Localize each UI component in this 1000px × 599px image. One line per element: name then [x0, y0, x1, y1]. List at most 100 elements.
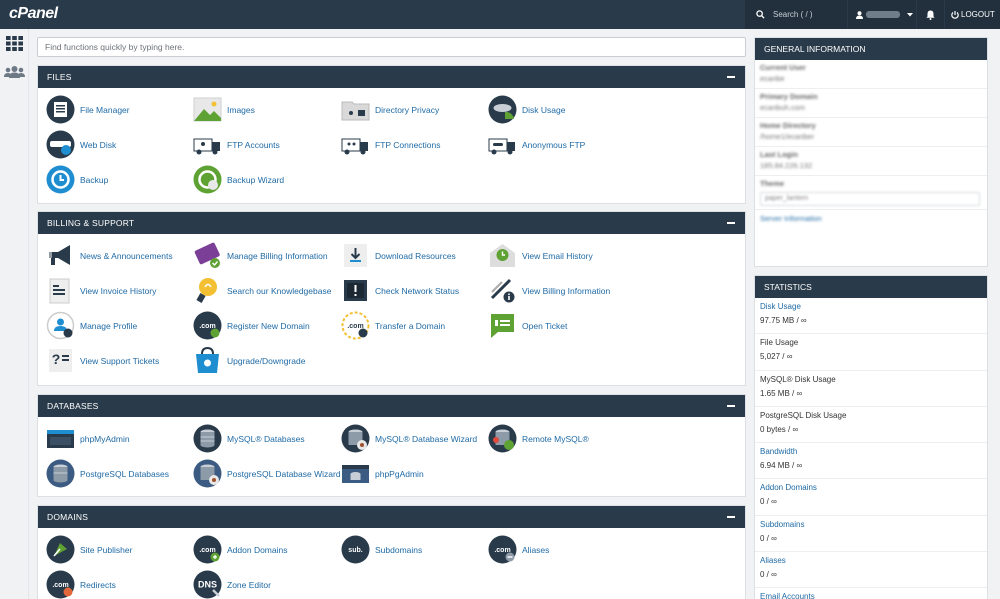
aliases-link[interactable]: .com Aliases [488, 532, 635, 567]
item-label: Register New Domain [227, 320, 310, 331]
web-disk-icon [46, 130, 75, 159]
stat-row: PostgreSQL Disk Usage 0 bytes / ∞ [755, 407, 987, 444]
info-value: 185.84.226.132 [760, 161, 813, 170]
stat-label[interactable]: Aliases [760, 556, 982, 565]
download-resources-link[interactable]: Download Resources [341, 238, 488, 273]
view-support-tickets-link[interactable]: ? View Support Tickets [46, 343, 193, 378]
billing-panel-header[interactable]: BILLING & SUPPORT [38, 212, 745, 234]
cpanel-logo[interactable]: cPanel [9, 5, 58, 23]
top-search[interactable] [745, 0, 847, 29]
stat-label[interactable]: Subdomains [760, 520, 982, 529]
item-label: View Support Tickets [80, 355, 160, 366]
theme-row: Theme paper_lantern [755, 176, 987, 210]
theme-label: Theme [760, 179, 785, 188]
check-network-status-link[interactable]: Check Network Status [341, 273, 488, 308]
general-information-panel: GENERAL INFORMATION Current User ecanbe … [754, 37, 988, 267]
addon-domains-link[interactable]: .com Addon Domains [193, 532, 341, 567]
news-announcements-link[interactable]: News & Announcements [46, 238, 193, 273]
item-label: Remote MySQL® [522, 433, 589, 444]
stat-label[interactable]: Bandwidth [760, 447, 982, 456]
anonymous-ftp-link[interactable]: Anonymous FTP [488, 127, 635, 162]
server-information-link[interactable]: Server Information [755, 210, 987, 227]
stat-label: MySQL® Disk Usage [760, 374, 836, 384]
view-invoice-history-link[interactable]: View Invoice History [46, 273, 193, 308]
top-search-input[interactable] [773, 10, 843, 19]
directory-privacy-link[interactable]: Directory Privacy [341, 92, 488, 127]
dot-com-icon: .com [193, 311, 222, 340]
databases-panel-header[interactable]: DATABASES [38, 395, 745, 417]
zone-editor-link[interactable]: DNS Zone Editor [193, 567, 341, 599]
search-knowledgebase-link[interactable]: Search our Knowledgebase [193, 273, 341, 308]
redirects-link[interactable]: .com Redirects [46, 567, 193, 599]
phppgadmin-link[interactable]: phpPgAdmin [341, 456, 488, 491]
info-row: Current User ecanbe [755, 60, 987, 89]
phpmyadmin-link[interactable]: phpMyAdmin [46, 421, 193, 456]
view-billing-information-link[interactable]: View Billing Information [488, 273, 635, 308]
images-link[interactable]: Images [193, 92, 341, 127]
mysql-databases-link[interactable]: MySQL® Databases [193, 421, 341, 456]
stat-row: Addon Domains 0 / ∞ [755, 479, 987, 516]
collapse-icon[interactable] [727, 76, 735, 78]
postgresql-databases-link[interactable]: PostgreSQL Databases [46, 456, 193, 491]
directory-privacy-icon [341, 95, 370, 124]
info-row: Home Directory /home1/ecanber [755, 118, 987, 147]
register-new-domain-link[interactable]: .com Register New Domain [193, 308, 341, 343]
logout-button[interactable]: LOGOUT [945, 0, 1000, 29]
stat-value: 1.65 MB / ∞ [760, 388, 803, 398]
open-ticket-link[interactable]: Open Ticket [488, 308, 635, 343]
user-menu[interactable]: cecanber [848, 0, 916, 29]
item-label: PostgreSQL Database Wizard [227, 468, 341, 479]
stat-value: 0 / ∞ [760, 497, 777, 507]
manage-billing-link[interactable]: Manage Billing Information [193, 238, 341, 273]
ftp-accounts-link[interactable]: FTP Accounts [193, 127, 341, 162]
stat-label[interactable]: Disk Usage [760, 302, 982, 311]
redirects-icon: .com [46, 570, 75, 599]
collapse-icon[interactable] [727, 405, 735, 407]
domains-panel-header[interactable]: DOMAINS [38, 506, 745, 528]
item-label: Site Publisher [80, 544, 133, 555]
item-label: News & Announcements [80, 250, 173, 261]
transfer-domain-link[interactable]: .com Transfer a Domain [341, 308, 488, 343]
billing-title: BILLING & SUPPORT [47, 218, 135, 228]
item-label: View Invoice History [80, 285, 157, 296]
backup-wizard-link[interactable]: Backup Wizard [193, 162, 341, 197]
upgrade-downgrade-link[interactable]: Upgrade/Downgrade [193, 343, 341, 378]
logout-label: LOGOUT [961, 10, 995, 19]
stat-row: Subdomains 0 / ∞ [755, 516, 987, 553]
profile-icon [46, 311, 75, 340]
files-panel-header[interactable]: FILES [38, 66, 745, 88]
item-label: Web Disk [80, 139, 117, 150]
dns-icon: DNS [193, 570, 222, 599]
ftp-connections-link[interactable]: FTP Connections [341, 127, 488, 162]
mysql-database-wizard-link[interactable]: MySQL® Database Wizard [341, 421, 488, 456]
item-label: Manage Billing Information [227, 250, 328, 261]
site-publisher-link[interactable]: Site Publisher [46, 532, 193, 567]
username: cecanber [866, 11, 900, 18]
postgresql-database-wizard-link[interactable]: PostgreSQL Database Wizard [193, 456, 341, 491]
backup-link[interactable]: Backup [46, 162, 193, 197]
item-label: Aliases [522, 544, 550, 555]
stat-label[interactable]: Email Accounts [760, 592, 982, 599]
stat-label[interactable]: Addon Domains [760, 483, 982, 492]
users-icon[interactable] [4, 65, 25, 79]
svg-text:DNS: DNS [198, 580, 217, 590]
subdomains-link[interactable]: sub. Subdomains [341, 532, 488, 567]
manage-profile-link[interactable]: Manage Profile [46, 308, 193, 343]
web-disk-link[interactable]: Web Disk [46, 127, 193, 162]
collapse-icon[interactable] [727, 516, 735, 518]
notifications-button[interactable] [917, 0, 944, 29]
find-functions-input[interactable] [37, 37, 746, 57]
item-label: phpMyAdmin [80, 433, 130, 444]
phpmyadmin-icon [46, 424, 75, 453]
file-manager-icon [46, 95, 75, 124]
disk-usage-link[interactable]: Disk Usage [488, 92, 635, 127]
stat-value: 6.94 MB / ∞ [760, 461, 803, 471]
remote-mysql-link[interactable]: Remote MySQL® [488, 421, 635, 456]
item-label: Images [227, 104, 255, 115]
collapse-icon[interactable] [727, 222, 735, 224]
view-email-history-link[interactable]: View Email History [488, 238, 635, 273]
theme-select[interactable]: paper_lantern [760, 192, 980, 206]
item-label: FTP Connections [375, 139, 441, 150]
grid-icon[interactable] [6, 36, 23, 51]
file-manager-link[interactable]: File Manager [46, 92, 193, 127]
